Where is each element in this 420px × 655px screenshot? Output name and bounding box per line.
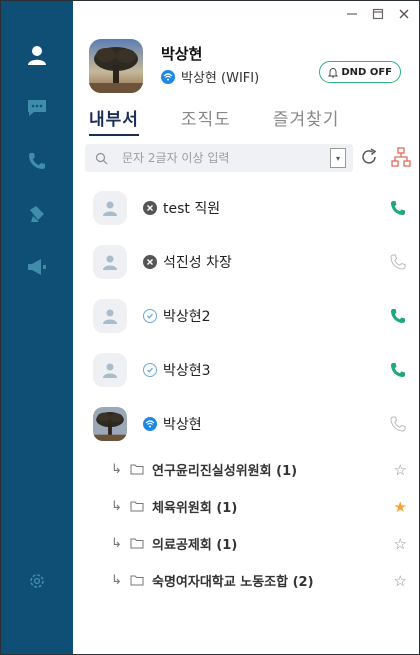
group-item[interactable]: ↳ 연구윤리진실성위원회 (1) ☆ — [73, 451, 419, 488]
avatar — [93, 191, 127, 225]
sidebar-item-notes[interactable] — [1, 187, 73, 241]
list-item[interactable]: 박상현2 — [73, 289, 419, 343]
person-icon — [103, 201, 117, 216]
group-name: 의료공제회 (1) — [152, 538, 238, 553]
profile-name: 박상현 — [161, 45, 203, 63]
call-icon[interactable] — [389, 415, 407, 433]
star-filled-icon[interactable]: ★ — [394, 498, 407, 516]
avatar — [93, 407, 127, 441]
note-icon — [30, 206, 44, 222]
org-chart-icon[interactable] — [390, 146, 412, 168]
tab-favorites[interactable]: 즐겨찾기 — [273, 105, 340, 136]
away-status-icon — [143, 363, 157, 377]
group-item[interactable]: ↳ 숙명여자대학교 노동조합 (2) ☆ — [73, 562, 419, 599]
contact-name: 박상현 — [163, 417, 202, 433]
contact-name: 박상현3 — [163, 363, 211, 379]
tab-bar: 내부서 조직도 즐겨찾기 — [89, 105, 339, 136]
person-icon — [28, 46, 46, 65]
call-icon[interactable] — [389, 253, 407, 271]
star-outline-icon[interactable]: ☆ — [394, 461, 407, 479]
avatar — [93, 353, 127, 387]
contact-list: test 직원 석진성 차장 박상현2 박상현3 박상현 ↳ 연구윤리진실성위원… — [73, 181, 419, 599]
contact-name: 박상현2 — [163, 309, 211, 325]
offline-status-icon — [143, 255, 157, 269]
dnd-toggle[interactable]: DND OFF — [319, 61, 401, 83]
sidebar-item-contacts[interactable] — [1, 28, 73, 82]
avatar — [93, 299, 127, 333]
contact-name: test 직원 — [163, 201, 221, 217]
star-outline-icon[interactable]: ☆ — [394, 572, 407, 590]
dnd-label: DND OFF — [341, 66, 392, 78]
list-item[interactable]: 석진성 차장 — [73, 235, 419, 289]
star-outline-icon[interactable]: ☆ — [394, 535, 407, 553]
megaphone-icon — [28, 259, 46, 275]
folder-icon — [130, 464, 144, 475]
group-name: 연구윤리진실성위원회 (1) — [152, 464, 298, 479]
list-item[interactable]: test 직원 — [73, 181, 419, 235]
search-input[interactable] — [122, 151, 312, 165]
sidebar-item-messages[interactable] — [1, 81, 73, 135]
list-item[interactable]: 박상현3 — [73, 343, 419, 397]
call-icon[interactable] — [389, 307, 407, 325]
sidebar-item-settings[interactable] — [1, 554, 73, 608]
wifi-icon — [161, 69, 175, 84]
search-bar — [85, 144, 353, 172]
folder-icon — [130, 575, 144, 586]
profile-status: 박상현 (WIFI) — [161, 67, 259, 86]
tab-org-chart[interactable]: 조직도 — [181, 105, 231, 136]
folder-icon — [130, 501, 144, 512]
group-name: 숙명여자대학교 노동조합 (2) — [152, 575, 314, 590]
app-window: 박상현 박상현 (WIFI) DND OFF 내부서 조직도 즐겨찾기 ▾ — [0, 0, 420, 655]
avatar[interactable] — [89, 39, 143, 93]
contact-name: 석진성 차장 — [163, 255, 232, 271]
offline-status-icon — [143, 201, 157, 215]
person-icon — [103, 255, 117, 270]
subgroup-arrow-icon: ↳ — [111, 462, 122, 477]
wifi-icon — [143, 417, 157, 431]
call-icon[interactable] — [389, 361, 407, 379]
refresh-icon[interactable] — [358, 146, 380, 168]
search-icon — [95, 152, 108, 164]
profile-card: 박상현 박상현 (WIFI) DND OFF — [89, 39, 409, 97]
group-item[interactable]: ↳ 체육위원회 (1) ★ — [73, 488, 419, 525]
phone-icon — [29, 153, 45, 169]
chevron-down-icon: ▾ — [335, 153, 340, 163]
close-icon[interactable] — [395, 5, 413, 23]
avatar — [93, 245, 127, 279]
subgroup-arrow-icon: ↳ — [111, 499, 122, 514]
group-item[interactable]: ↳ 의료공제회 (1) ☆ — [73, 525, 419, 562]
folder-icon — [130, 538, 144, 549]
search-filter-dropdown[interactable]: ▾ — [330, 148, 346, 168]
list-item[interactable]: 박상현 — [73, 397, 419, 451]
subgroup-arrow-icon: ↳ — [111, 573, 122, 588]
person-icon — [103, 363, 117, 378]
tab-department[interactable]: 내부서 — [89, 105, 139, 136]
call-icon[interactable] — [389, 199, 407, 217]
window-controls — [343, 5, 413, 23]
maximize-icon[interactable] — [369, 5, 387, 23]
group-name: 체육위원회 (1) — [152, 501, 238, 516]
subgroup-arrow-icon: ↳ — [111, 536, 122, 551]
bell-icon — [328, 67, 339, 78]
profile-status-text: 박상현 (WIFI) — [181, 71, 260, 86]
away-status-icon — [143, 309, 157, 323]
chat-icon — [28, 100, 46, 116]
gear-icon — [30, 574, 44, 588]
person-icon — [103, 309, 117, 324]
sidebar — [1, 1, 73, 654]
sidebar-item-announcements[interactable] — [1, 240, 73, 294]
minimize-icon[interactable] — [343, 5, 361, 23]
sidebar-item-calls[interactable] — [1, 134, 73, 188]
